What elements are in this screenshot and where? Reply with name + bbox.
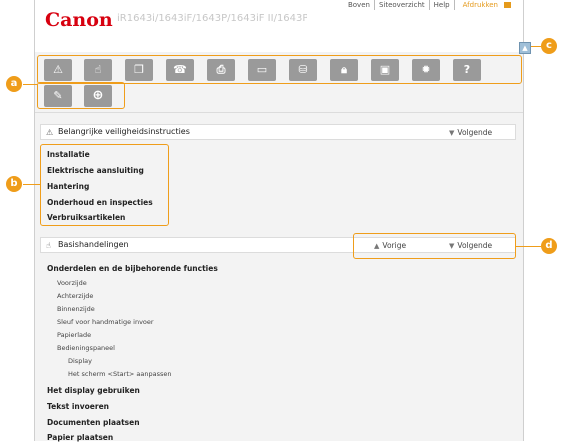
lock-icon[interactable]: 🔒︎	[330, 59, 358, 81]
divider	[35, 112, 523, 113]
top-links: Boven Siteoverzicht Help Afdrukken	[344, 0, 515, 10]
callout-line-b	[23, 184, 40, 185]
scroll-top-icon[interactable]: ▲	[519, 42, 531, 54]
link-voorzijde[interactable]: Voorzijde	[57, 279, 87, 287]
link-help[interactable]: Help	[428, 0, 454, 10]
printer-small-icon	[504, 2, 511, 8]
callout-c: c	[541, 38, 557, 54]
canon-logo[interactable]: Canon	[45, 9, 113, 31]
nav-highlight	[353, 233, 516, 259]
header: Canon iR1643i/1643iF/1643P/1643iF II/164…	[35, 0, 523, 52]
link-achterzijde[interactable]: Achterzijde	[57, 292, 93, 300]
callout-b: b	[6, 176, 22, 192]
link-onderdelen[interactable]: Onderdelen en de bijbehorende functies	[47, 264, 218, 273]
link-start-scherm[interactable]: Het scherm <Start> aanpassen	[68, 370, 171, 378]
remote-ui-icon[interactable]: ▣	[371, 59, 399, 81]
link-tekst-invoeren[interactable]: Tekst invoeren	[47, 402, 109, 411]
callout-a: a	[6, 76, 22, 92]
settings-gear-icon[interactable]: ✹	[412, 59, 440, 81]
scanner-icon[interactable]: ▭	[248, 59, 276, 81]
help-icon[interactable]: ?	[453, 59, 481, 81]
link-sitemap[interactable]: Siteoverzicht	[373, 0, 429, 10]
link-hantering[interactable]: Hantering	[47, 182, 89, 191]
callout-line-a	[23, 84, 38, 85]
link-installatie[interactable]: Installatie	[47, 150, 90, 159]
down-triangle-icon: ▼	[449, 129, 455, 137]
wrench-icon[interactable]: ✎	[44, 85, 72, 107]
print-label: Afdrukken	[462, 1, 498, 9]
link-binnenzijde[interactable]: Binnenzijde	[57, 305, 95, 313]
fax-icon[interactable]: ☎	[166, 59, 194, 81]
warning-icon[interactable]: ⚠	[44, 59, 72, 81]
link-documenten-plaatsen[interactable]: Documenten plaatsen	[47, 418, 140, 427]
link-sleuf[interactable]: Sleuf voor handmatige invoer	[57, 318, 154, 326]
link-elektrische-aansluiting[interactable]: Elektrische aansluiting	[47, 166, 144, 175]
link-papierlade[interactable]: Papierlade	[57, 331, 91, 339]
link-display-gebruiken[interactable]: Het display gebruiken	[47, 386, 140, 395]
link-verbruiksartikelen[interactable]: Verbruiksartikelen	[47, 213, 125, 222]
document-copy-icon[interactable]: ❐	[125, 59, 153, 81]
callout-line-d	[516, 246, 541, 247]
link-bedieningspaneel[interactable]: Bedieningspaneel	[57, 344, 115, 352]
next-label-1: Volgende	[457, 128, 493, 137]
warning-small-icon: ⚠	[46, 128, 54, 137]
printer-icon[interactable]: ⎙	[207, 59, 235, 81]
plus-icon[interactable]: ⊕	[84, 85, 112, 107]
section-basic-title[interactable]: Basishandelingen	[58, 240, 129, 249]
link-print[interactable]: Afdrukken	[453, 0, 515, 10]
section-safety-header: ⚠ Belangrijke veiligheidsinstructies ▼ Vo…	[40, 124, 516, 140]
link-display[interactable]: Display	[68, 357, 92, 365]
hand-small-icon: ☝	[46, 241, 51, 250]
link-onderhoud[interactable]: Onderhoud en inspecties	[47, 198, 153, 207]
hand-icon[interactable]: ☝	[84, 59, 112, 81]
product-name: iR1643i/1643iF/1643P/1643iF II/1643P II	[117, 13, 307, 24]
next-link-1[interactable]: ▼ Volgende	[449, 128, 492, 137]
callout-d: d	[541, 238, 557, 254]
network-icon[interactable]: ⛁	[289, 59, 317, 81]
section-safety-title[interactable]: Belangrijke veiligheidsinstructies	[58, 127, 190, 136]
link-top[interactable]: Boven	[344, 0, 374, 10]
callout-line-c	[531, 46, 541, 47]
